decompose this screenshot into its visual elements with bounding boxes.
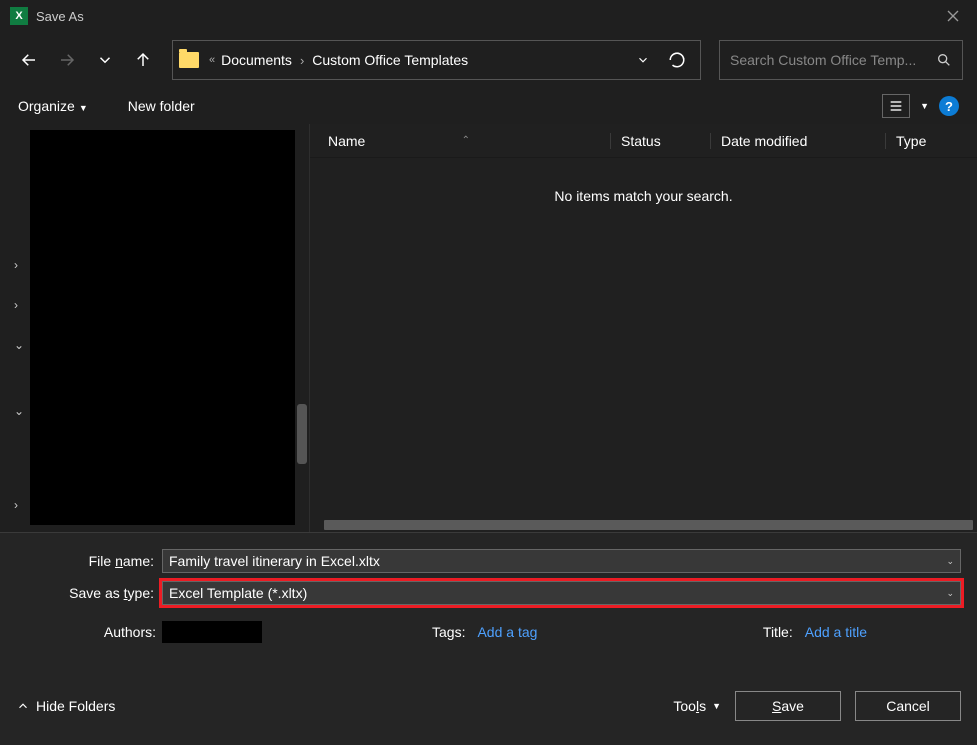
save-button[interactable]: Save xyxy=(735,691,841,721)
saveas-value: Excel Template (*.xltx) xyxy=(169,585,946,601)
column-status[interactable]: Status xyxy=(610,133,710,149)
horizontal-scrollbar[interactable] xyxy=(310,518,977,532)
authors-value[interactable] xyxy=(162,621,262,643)
view-button[interactable] xyxy=(882,94,910,118)
window-title: Save As xyxy=(36,9,933,24)
saveas-dropdown-icon[interactable]: ⌄ xyxy=(946,588,954,599)
tags-label: Tags: xyxy=(432,624,471,640)
empty-message: No items match your search. xyxy=(310,188,977,204)
crumb-separator-icon[interactable]: › xyxy=(300,53,304,68)
organize-label: Organize xyxy=(18,98,75,114)
tree-collapse-icon[interactable]: ⌄ xyxy=(14,404,24,418)
column-modified[interactable]: Date modified xyxy=(710,133,885,149)
crumb-overflow-icon[interactable]: « xyxy=(209,54,215,66)
tree-scrollbar[interactable] xyxy=(297,404,307,464)
crumb-dropdown-icon[interactable] xyxy=(636,53,650,67)
column-type[interactable]: Type xyxy=(885,133,977,149)
tree-expand-icon[interactable]: › xyxy=(14,258,18,272)
title-value[interactable]: Add a title xyxy=(805,624,867,640)
back-button[interactable] xyxy=(14,45,44,75)
refresh-button[interactable] xyxy=(660,43,694,77)
authors-label: Authors: xyxy=(10,624,162,640)
excel-icon: X xyxy=(10,7,28,25)
filename-value: Family travel itinerary in Excel.xltx xyxy=(169,553,946,569)
search-icon[interactable] xyxy=(936,52,952,68)
filename-dropdown-icon[interactable]: ⌄ xyxy=(946,556,954,567)
column-name-label: Name xyxy=(328,133,365,149)
saveas-label: Save as type: xyxy=(10,585,162,601)
search-input[interactable]: Search Custom Office Temp... xyxy=(719,40,963,80)
tree-expand-icon[interactable]: › xyxy=(14,298,18,312)
help-button[interactable]: ? xyxy=(939,96,959,116)
forward-button[interactable] xyxy=(52,45,82,75)
tree-expand-icon[interactable]: › xyxy=(14,498,18,512)
sort-indicator-icon: ⌃ xyxy=(462,135,470,146)
crumb-documents[interactable]: Documents xyxy=(221,52,292,68)
tree-collapse-icon[interactable]: ⌄ xyxy=(14,338,24,352)
saveas-type-select[interactable]: Excel Template (*.xltx) ⌄ xyxy=(162,581,961,605)
search-placeholder: Search Custom Office Temp... xyxy=(730,52,930,68)
view-caret-icon[interactable]: ▼ xyxy=(920,101,929,111)
folder-tree[interactable]: › › ⌄ ⌄ › xyxy=(0,124,310,532)
up-button[interactable] xyxy=(128,45,158,75)
filename-label: File name: xyxy=(10,553,162,569)
column-name[interactable]: Name ⌃ xyxy=(310,133,610,149)
file-list[interactable]: Name ⌃ Status Date modified Type No item… xyxy=(310,124,977,532)
cancel-button[interactable]: Cancel xyxy=(855,691,961,721)
hide-folders-button[interactable]: Hide Folders xyxy=(16,698,115,714)
new-folder-button[interactable]: New folder xyxy=(128,98,195,114)
title-label: Title: xyxy=(763,624,799,640)
filename-input[interactable]: Family travel itinerary in Excel.xltx ⌄ xyxy=(162,549,961,573)
hide-folders-label: Hide Folders xyxy=(36,698,115,714)
tools-caret-icon: ▼ xyxy=(712,701,721,711)
organize-button[interactable]: Organize ▼ xyxy=(18,98,88,114)
breadcrumb[interactable]: « Documents › Custom Office Templates xyxy=(172,40,701,80)
tree-redacted xyxy=(30,130,295,525)
tags-value[interactable]: Add a tag xyxy=(477,624,537,640)
tools-button[interactable]: Tools ▼ xyxy=(673,698,721,714)
crumb-templates[interactable]: Custom Office Templates xyxy=(312,52,468,68)
recent-locations-button[interactable] xyxy=(90,45,120,75)
folder-icon xyxy=(179,52,199,68)
organize-caret-icon: ▼ xyxy=(79,103,88,113)
close-button[interactable] xyxy=(933,0,973,32)
